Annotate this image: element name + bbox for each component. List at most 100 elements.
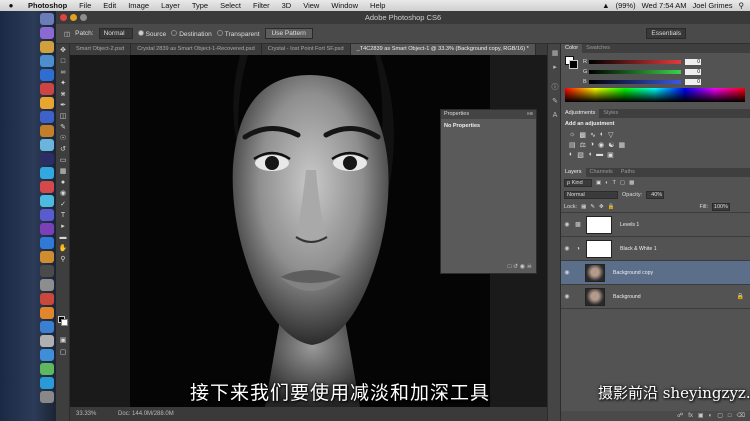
dock-app-icon[interactable] xyxy=(40,167,54,179)
dock-app-icon[interactable] xyxy=(40,335,54,347)
red-value[interactable]: 0 xyxy=(685,58,701,65)
new-group-icon[interactable]: ▢ xyxy=(717,411,723,421)
destination-radio[interactable]: Destination xyxy=(171,29,212,38)
history-icon[interactable]: ▦ xyxy=(551,50,559,58)
dock-app-icon[interactable] xyxy=(40,265,54,277)
dock-app-icon[interactable] xyxy=(40,377,54,389)
threshold-icon[interactable]: ◖ xyxy=(588,151,592,159)
posterize-icon[interactable]: ▧ xyxy=(577,151,584,159)
patch-tool-icon[interactable]: ◫ xyxy=(64,30,70,38)
lock-pixels-icon[interactable]: ✎ xyxy=(590,204,595,210)
tab-document[interactable]: Crystal 2839 as Smart Object-1-Recovered… xyxy=(131,44,262,55)
filter-type-icon[interactable]: T xyxy=(613,180,616,186)
dock-app-icon[interactable] xyxy=(40,97,54,109)
menu-help[interactable]: Help xyxy=(364,1,391,10)
dock-app-icon[interactable] xyxy=(40,83,54,95)
color-spectrum[interactable] xyxy=(565,88,745,102)
menu-3d[interactable]: 3D xyxy=(276,1,298,10)
shape-tool-icon[interactable]: ▬ xyxy=(58,233,68,242)
menu-select[interactable]: Select xyxy=(214,1,247,10)
finder-icon[interactable] xyxy=(40,13,54,25)
eyedropper-tool-icon[interactable]: ✒ xyxy=(58,101,68,110)
visibility-icon[interactable]: ◉ xyxy=(520,264,525,270)
gradient-map-icon[interactable]: ▬ xyxy=(596,151,603,159)
dock-app-icon[interactable] xyxy=(40,111,54,123)
dock-app-icon[interactable] xyxy=(40,125,54,137)
dock-app-icon[interactable] xyxy=(40,69,54,81)
eraser-tool-icon[interactable]: ▭ xyxy=(58,156,68,165)
properties-header[interactable]: Properties »≡ xyxy=(441,110,536,119)
dock-app-icon[interactable] xyxy=(40,363,54,375)
portrait-photo[interactable] xyxy=(130,55,490,407)
dock-app-icon[interactable] xyxy=(40,209,54,221)
marquee-tool-icon[interactable]: □ xyxy=(58,57,68,66)
tab-layers[interactable]: Layers xyxy=(561,168,586,177)
curves-icon[interactable]: ∿ xyxy=(590,131,596,139)
filter-adjustment-icon[interactable]: ◐ xyxy=(605,180,608,186)
brush-presets-icon[interactable]: ✎ xyxy=(551,98,559,106)
quick-select-tool-icon[interactable]: ✦ xyxy=(58,79,68,88)
layer-row[interactable]: ◉ ◑ Black & White 1 xyxy=(561,237,750,261)
add-mask-icon[interactable]: ▣ xyxy=(698,411,704,421)
spotlight-icon[interactable]: ⚲ xyxy=(739,1,745,10)
layer-thumbnail[interactable] xyxy=(585,287,605,306)
menu-type[interactable]: Type xyxy=(186,1,214,10)
filter-smart-object-icon[interactable]: ▩ xyxy=(629,180,634,186)
character-icon[interactable]: A xyxy=(551,112,559,120)
channel-mixer-icon[interactable]: ☯ xyxy=(608,141,614,149)
move-tool-icon[interactable]: ✥ xyxy=(58,46,68,55)
blend-mode-select[interactable]: Normal xyxy=(564,191,618,199)
dock-app-icon[interactable] xyxy=(40,223,54,235)
panel-menu-icon[interactable]: »≡ xyxy=(527,110,536,119)
invert-icon[interactable]: ◐ xyxy=(569,151,573,159)
document-size[interactable]: Doc: 144.0M/288.0M xyxy=(118,411,174,417)
lock-position-icon[interactable]: ✥ xyxy=(599,204,604,210)
zoom-icon[interactable] xyxy=(80,14,87,21)
tab-color[interactable]: Color xyxy=(561,44,583,53)
info-icon[interactable]: ⓘ xyxy=(551,84,559,92)
patch-mode-select[interactable]: Normal xyxy=(98,28,133,39)
menu-file[interactable]: File xyxy=(73,1,97,10)
type-tool-icon[interactable]: T xyxy=(58,211,68,220)
tab-document-active[interactable]: _T4C2839 as Smart Object-1 @ 33.3% (Back… xyxy=(350,44,536,55)
lasso-tool-icon[interactable]: ∞ xyxy=(58,68,68,77)
battery-status[interactable]: (99%) xyxy=(616,1,636,10)
layer-name[interactable]: Black & White 1 xyxy=(620,246,657,252)
zoom-level[interactable]: 33.33% xyxy=(76,411,96,417)
color-balance-icon[interactable]: ⚖ xyxy=(580,141,586,149)
color-lookup-icon[interactable]: ▦ xyxy=(619,141,626,149)
dock-app-icon[interactable] xyxy=(40,349,54,361)
dock-app-icon[interactable] xyxy=(40,181,54,193)
layer-row[interactable]: ◉ ▩ Levels 1 xyxy=(561,213,750,237)
dock-app-icon[interactable] xyxy=(40,139,54,151)
dock-app-icon[interactable] xyxy=(40,251,54,263)
dock-app-icon[interactable] xyxy=(40,41,54,53)
tab-channels[interactable]: Channels xyxy=(586,168,617,177)
workspace-select[interactable]: Essentials xyxy=(646,28,686,39)
reset-icon[interactable]: ↺ xyxy=(513,264,518,270)
menu-filter[interactable]: Filter xyxy=(247,1,276,10)
visibility-eye-icon[interactable]: ◉ xyxy=(561,269,573,276)
path-select-tool-icon[interactable]: ▸ xyxy=(58,222,68,231)
background-color-swatch[interactable] xyxy=(61,319,68,326)
green-value[interactable]: 0 xyxy=(685,68,701,75)
history-brush-tool-icon[interactable]: ↺ xyxy=(58,145,68,154)
visibility-eye-icon[interactable]: ◉ xyxy=(561,245,573,252)
tab-swatches[interactable]: Swatches xyxy=(582,44,614,53)
selective-color-icon[interactable]: ▣ xyxy=(607,151,614,159)
lock-all-icon[interactable]: 🔒 xyxy=(608,204,615,210)
tab-adjustments[interactable]: Adjustments xyxy=(561,109,600,118)
gradient-tool-icon[interactable]: ▦ xyxy=(58,167,68,176)
clone-stamp-tool-icon[interactable]: ☉ xyxy=(58,134,68,143)
dock-app-icon[interactable] xyxy=(40,321,54,333)
menu-edit[interactable]: Edit xyxy=(97,1,122,10)
link-layers-icon[interactable]: ☍ xyxy=(677,411,683,421)
brush-tool-icon[interactable]: ✎ xyxy=(58,123,68,132)
brightness-icon[interactable]: ☼ xyxy=(569,131,575,139)
layer-style-icon[interactable]: fx xyxy=(688,411,693,421)
patch-tool-icon[interactable]: ◫ xyxy=(58,112,68,121)
crop-tool-icon[interactable]: ⋇ xyxy=(58,90,68,99)
green-slider[interactable] xyxy=(589,69,681,74)
dock-app-icon[interactable] xyxy=(40,293,54,305)
menu-layer[interactable]: Layer xyxy=(155,1,186,10)
